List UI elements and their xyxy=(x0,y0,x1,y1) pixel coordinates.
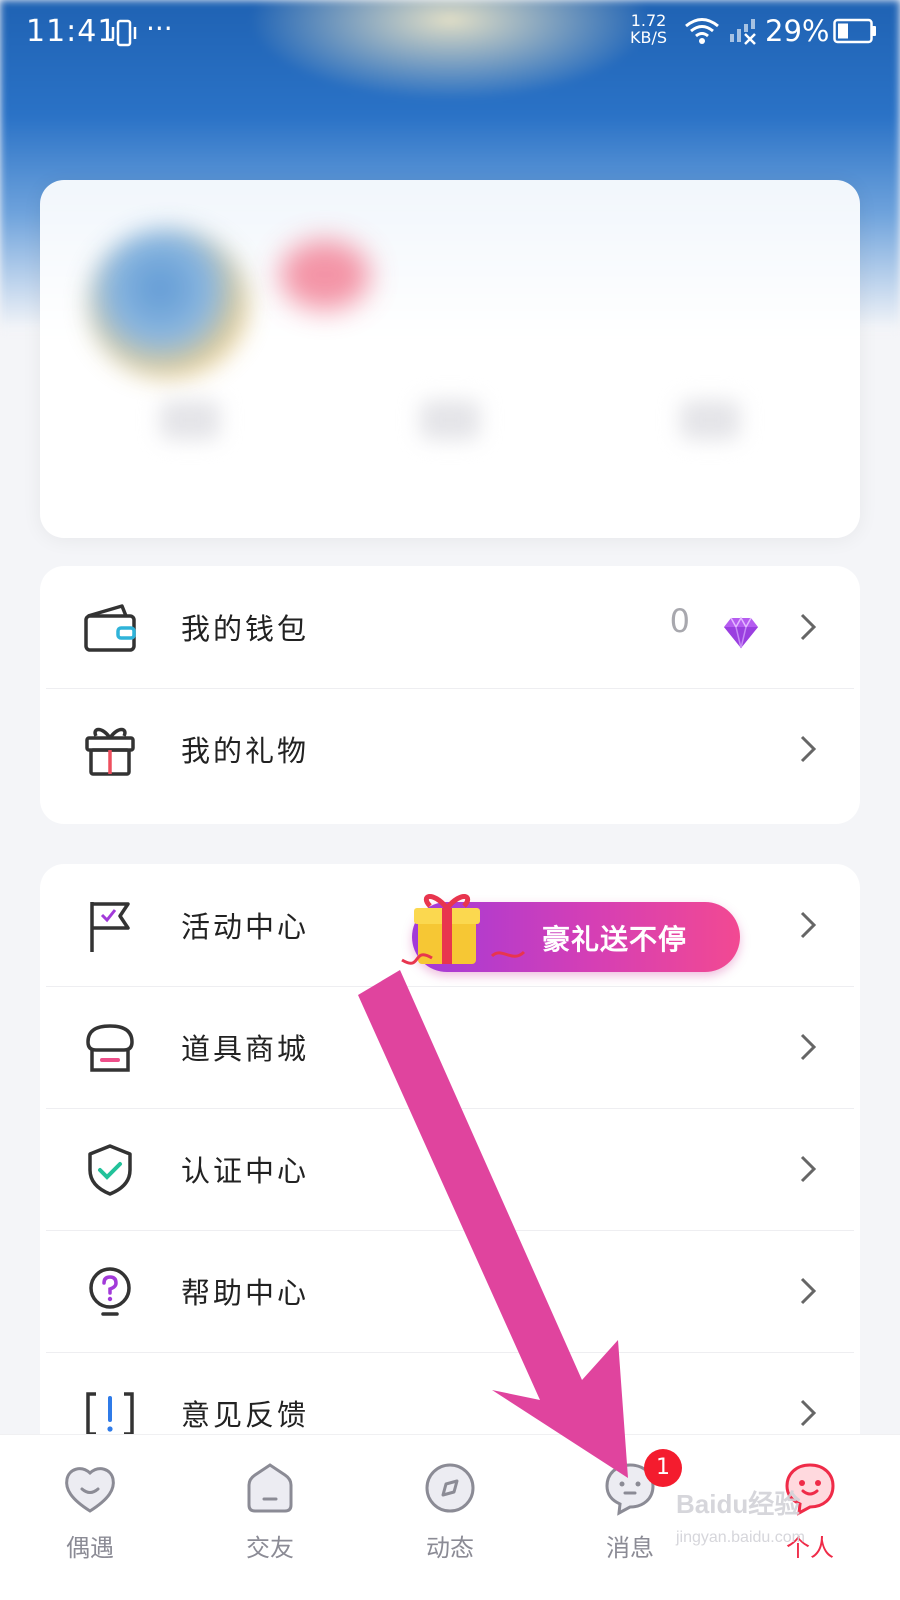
menu-label: 帮助中心 xyxy=(181,1276,310,1310)
avatar[interactable] xyxy=(88,228,248,378)
menu-label: 道具商城 xyxy=(181,1032,310,1066)
tab-label: 交友 xyxy=(246,1534,294,1562)
promo-text: 豪礼送不停 xyxy=(542,923,688,956)
store-icon xyxy=(82,1020,138,1076)
diamond-icon xyxy=(720,616,762,654)
profile-stat[interactable] xyxy=(680,400,740,440)
tab-label: 动态 xyxy=(426,1534,474,1562)
gift-icon xyxy=(392,886,532,990)
menu-item-activity-center[interactable]: 活动中心 豪礼送不停 xyxy=(40,864,860,986)
unread-badge: 1 xyxy=(644,1449,682,1487)
menu-label: 我的钱包 xyxy=(181,612,310,646)
chevron-right-icon xyxy=(798,910,818,940)
promo-banner[interactable]: 豪礼送不停 xyxy=(401,894,740,972)
gift-box-icon xyxy=(82,722,138,778)
tab-encounter[interactable]: 偶遇 xyxy=(0,1435,180,1600)
menu-item-wallet[interactable]: 我的钱包 0 xyxy=(40,566,860,688)
chevron-right-icon xyxy=(798,1032,818,1062)
menu-item-verification-center[interactable]: 认证中心 xyxy=(40,1108,860,1230)
wifi-icon xyxy=(684,16,720,50)
profile-stat[interactable] xyxy=(420,400,480,440)
tab-friends[interactable]: 交友 xyxy=(180,1435,360,1600)
signal-icon xyxy=(728,16,758,50)
compass-icon xyxy=(421,1459,479,1521)
chevron-right-icon xyxy=(798,1154,818,1184)
home-icon xyxy=(241,1459,299,1521)
tab-label: 偶遇 xyxy=(66,1534,114,1562)
wallet-icon xyxy=(82,600,138,656)
chevron-right-icon xyxy=(798,1276,818,1306)
heart-face-icon xyxy=(61,1459,119,1521)
chevron-right-icon xyxy=(798,1398,818,1428)
flag-icon xyxy=(82,898,138,954)
battery-icon xyxy=(833,18,877,48)
network-speed: 1.72 KB/S xyxy=(630,12,667,46)
speed-unit: KB/S xyxy=(630,28,668,47)
menu-item-item-store[interactable]: 道具商城 xyxy=(40,986,860,1108)
menu-label: 认证中心 xyxy=(181,1154,310,1188)
menu-item-help-center[interactable]: 帮助中心 xyxy=(40,1230,860,1352)
tab-moments[interactable]: 动态 xyxy=(360,1435,540,1600)
profile-card[interactable] xyxy=(40,180,860,538)
status-time: 11:41 xyxy=(26,14,118,49)
chevron-right-icon xyxy=(798,612,818,642)
vibrate-icon xyxy=(110,18,138,52)
gender-badge xyxy=(280,240,370,310)
diamond-balance: 0 xyxy=(669,602,690,640)
menu-label: 活动中心 xyxy=(181,910,310,944)
menu-label: 意见反馈 xyxy=(181,1398,310,1432)
menu-item-gifts[interactable]: 我的礼物 xyxy=(40,688,860,810)
battery-percent: 29% xyxy=(765,14,830,48)
more-notifications-icon: ··· xyxy=(146,12,173,45)
profile-stat[interactable] xyxy=(160,400,220,440)
shield-check-icon xyxy=(82,1142,138,1198)
menu-label: 我的礼物 xyxy=(181,734,310,768)
watermark-url: jingyan.baidu.com xyxy=(676,1529,805,1546)
services-menu-card: 活动中心 豪礼送不停 道具商城 认证中心 帮助中心 意见反馈 xyxy=(40,864,860,1474)
chevron-right-icon xyxy=(798,734,818,764)
baidu-watermark: Baidu经验 jingyan.baidu.com xyxy=(676,1484,805,1547)
wallet-menu-card: 我的钱包 0 我的礼物 xyxy=(40,566,860,824)
watermark-brand: Baidu经验 xyxy=(676,1489,801,1519)
status-bar: 11:41 ··· 1.72 KB/S 29% xyxy=(0,0,900,70)
help-bulb-icon xyxy=(82,1264,138,1320)
